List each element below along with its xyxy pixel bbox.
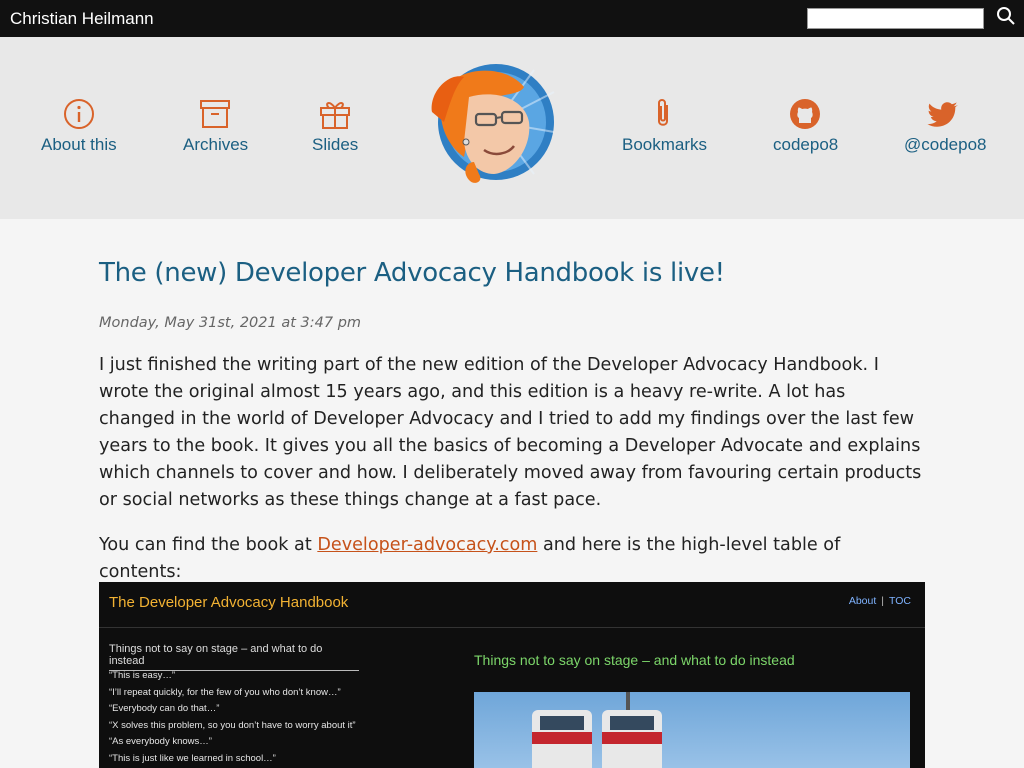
search-button[interactable] [994, 5, 1018, 29]
nav-bookmarks-label: Bookmarks [622, 135, 708, 154]
avatar[interactable] [424, 62, 556, 188]
top-bar: Christian Heilmann [0, 0, 1024, 37]
developer-advocacy-link[interactable]: Developer-advocacy.com [317, 535, 537, 555]
book-photo [474, 692, 910, 768]
post-title[interactable]: The (new) Developer Advocacy Handbook is… [99, 258, 925, 288]
book-nav-toc: TOC [889, 595, 911, 607]
nav-github-label: codepo8 [773, 135, 839, 154]
post-paragraph: I just finished the writing part of the … [99, 355, 922, 510]
list-item: “Everybody can do that…” [109, 703, 220, 714]
nav-twitter[interactable]: @codepo8 [904, 97, 987, 155]
search-icon [997, 6, 1015, 25]
nav-twitter-label: @codepo8 [904, 135, 987, 154]
photo-train [532, 710, 592, 768]
twitter-icon [926, 102, 958, 127]
nav-archives[interactable]: Archives [183, 97, 249, 155]
post-paragraph: You can find the book at Developer-advoc… [99, 532, 925, 586]
search-input[interactable] [807, 8, 984, 29]
nav-github[interactable]: codepo8 [773, 97, 839, 155]
book-nav-separator: | [881, 595, 885, 607]
paperclip-icon [658, 99, 668, 126]
site-name-link[interactable]: Christian Heilmann [10, 9, 154, 29]
list-item: “X solves this problem, so you don’t hav… [109, 719, 356, 731]
photo-train [602, 710, 662, 768]
archive-box-icon [200, 100, 230, 128]
book-side-title: Things not to say on stage – and what to… [109, 643, 359, 671]
nav-about[interactable]: About this [41, 97, 117, 155]
book-screenshot-image: The Developer Advocacy Handbook About | TO… [99, 582, 925, 768]
nav-slides-label: Slides [312, 135, 359, 154]
list-item: “As everybody knows…” [109, 736, 212, 747]
github-icon [790, 99, 820, 129]
post-date: Monday, May 31st, 2021 at 3:47 pm [99, 315, 362, 331]
site-header: About this Archives Slides Bookmarks cod… [0, 37, 1024, 219]
book-quote-list: “This is easy…” “I’ll repeat quickly, fo… [109, 668, 356, 767]
list-item: “This is easy…” [109, 670, 175, 681]
post-body: I just finished the writing part of the … [99, 352, 925, 586]
book-title: The Developer Advocacy Handbook [109, 594, 349, 611]
nav-bookmarks[interactable]: Bookmarks [622, 97, 708, 155]
gift-icon [320, 102, 350, 129]
list-item: “This is just like we learned in school…… [109, 752, 276, 764]
book-nav: About | TOC [849, 595, 911, 607]
list-item: “I’ll repeat quickly, for the few of you… [109, 686, 341, 698]
book-main-title: Things not to say on stage – and what to… [474, 652, 795, 668]
nav-about-label: About this [41, 135, 117, 154]
book-nav-about: About [848, 595, 877, 607]
article: The (new) Developer Advocacy Handbook is… [99, 219, 925, 586]
book-divider [99, 627, 925, 628]
nav-archives-label: Archives [183, 135, 249, 154]
nav-slides[interactable]: Slides [312, 97, 358, 155]
info-circle-icon [63, 99, 94, 129]
paragraph-text: You can find the book at [99, 535, 318, 555]
